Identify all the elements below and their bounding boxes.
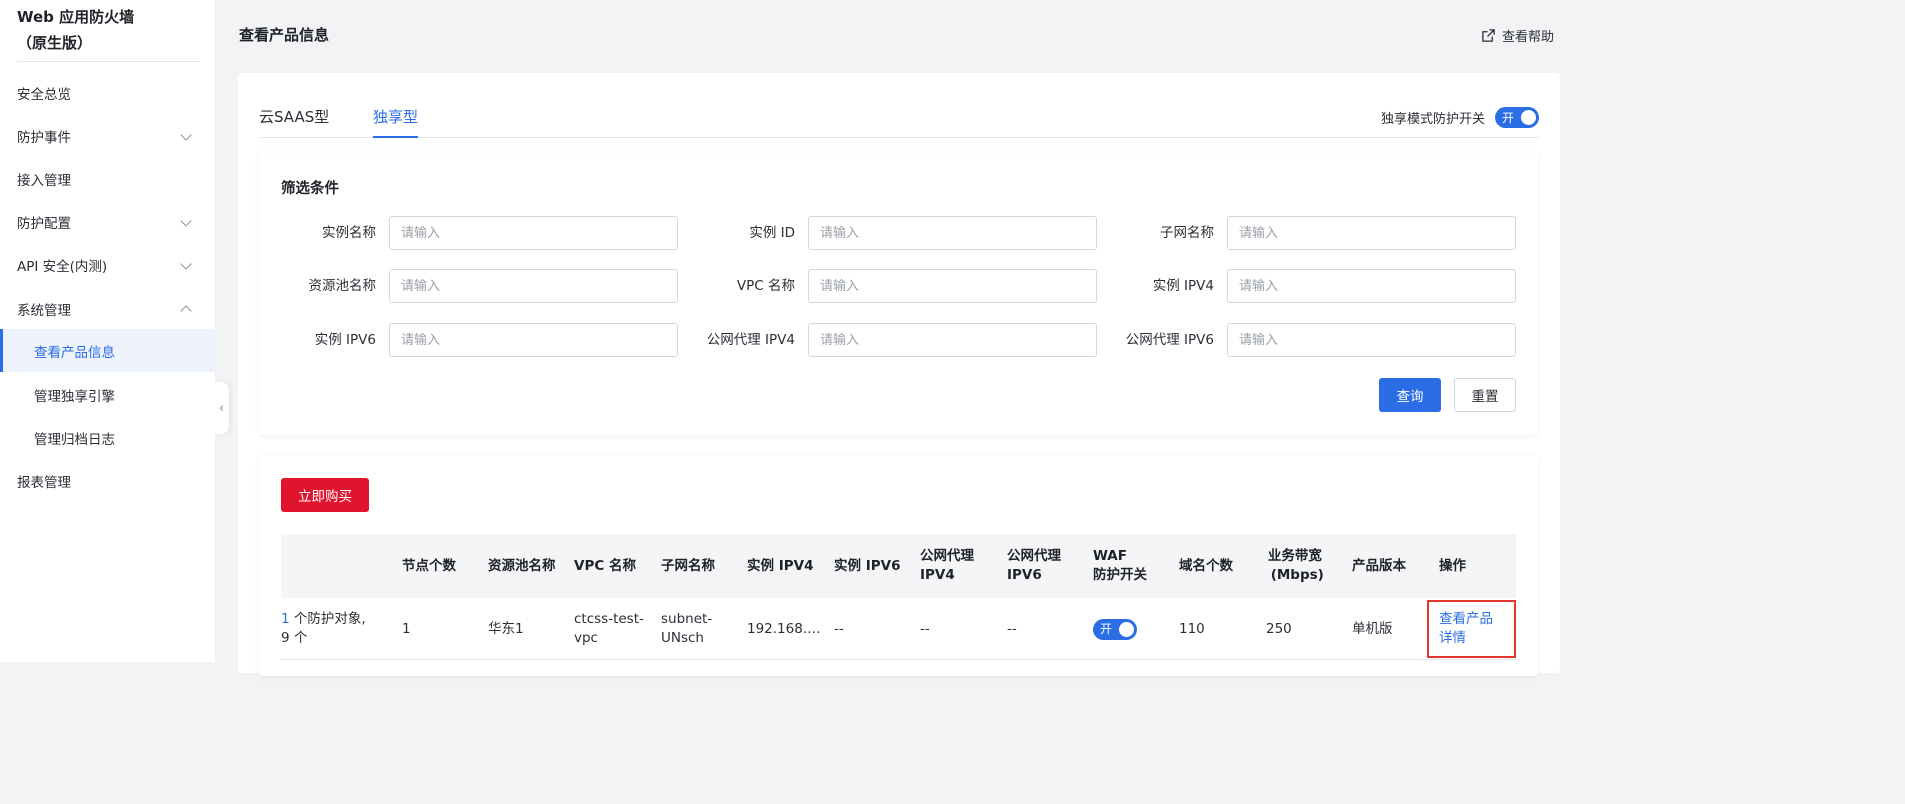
help-link[interactable]: 查看帮助 xyxy=(1481,26,1554,45)
filter-label-subnet-name: 子网名称 xyxy=(1160,225,1214,241)
sidebar-item-security-overview[interactable]: 安全总览 xyxy=(0,71,216,114)
column-header-actions: 操作 xyxy=(1439,557,1466,574)
cell-proxy-ipv4: -- xyxy=(920,620,930,637)
query-button[interactable]: 查询 xyxy=(1379,378,1441,412)
chevron-down-icon xyxy=(180,129,192,141)
chevron-up-icon xyxy=(180,305,192,317)
chevron-down-icon xyxy=(180,215,192,227)
view-product-details-link[interactable]: 查看产品详情 xyxy=(1427,600,1516,658)
sidebar: Web 应用防火墙 （原生版） 安全总览 防护事件 接入管理 防护配置 API … xyxy=(0,0,216,662)
cell-subnet: subnet- UNsch xyxy=(661,611,713,646)
chevron-left-icon: ‹ xyxy=(218,400,225,416)
instance-id-input[interactable] xyxy=(808,216,1097,250)
sidebar-item-label: 系统管理 xyxy=(17,302,71,319)
toggle-state-label: 开 xyxy=(1502,111,1515,125)
cell-actions: 查看产品详情 xyxy=(1427,598,1516,660)
product-title: Web 应用防火墙 （原生版） xyxy=(17,4,200,62)
cell-ipv6: -- xyxy=(834,620,844,637)
instance-ipv4-input[interactable] xyxy=(1227,269,1516,303)
instance-name-input[interactable] xyxy=(389,216,678,250)
toggle-state-label: 开 xyxy=(1100,621,1113,636)
share-icon xyxy=(1482,29,1495,42)
product-title-line2: （原生版） xyxy=(17,34,93,52)
filter-label-instance-ipv6: 实例 IPV6 xyxy=(314,332,376,348)
dedicated-mode-toggle[interactable]: 开 xyxy=(1495,107,1539,128)
sidebar-item-label: 报表管理 xyxy=(17,474,71,491)
sidebar-item-label: API 安全(内测) xyxy=(17,258,108,275)
column-header-ipv6: 实例 IPV6 xyxy=(834,557,901,574)
cell-ipv4: 192.168.… xyxy=(747,620,821,637)
cell-vpc: ctcss-test-vpc xyxy=(574,611,644,646)
cell-protect-objects: 1 个防护对象, 9 个 xyxy=(281,611,366,646)
cell-bandwidth: 250 xyxy=(1266,620,1292,637)
filter-label-instance-ipv4: 实例 IPV4 xyxy=(1152,278,1214,294)
sidebar-item-system-management[interactable]: 系统管理 xyxy=(0,287,216,330)
sidebar-item-archive-logs[interactable]: 管理归档日志 xyxy=(0,416,216,459)
chevron-down-icon xyxy=(180,258,192,270)
sidebar-item-label: 安全总览 xyxy=(17,86,71,103)
page-title: 查看产品信息 xyxy=(239,26,330,44)
instance-ipv6-input[interactable] xyxy=(389,323,678,357)
dedicated-mode-switch-label: 独享模式防护开关 xyxy=(1380,112,1485,127)
filter-label-resource-pool: 资源池名称 xyxy=(308,278,377,294)
cell-proxy-ipv6: -- xyxy=(1007,620,1017,637)
cell-nodes: 1 xyxy=(402,620,411,637)
filter-label-instance-name: 实例名称 xyxy=(322,225,376,241)
waf-protection-toggle[interactable]: 开 xyxy=(1093,618,1137,640)
filter-panel: 筛选条件 实例名称 实例 ID 子网名称 资源池名称 VPC 名称 实例 IPV… xyxy=(259,153,1538,435)
resource-pool-input[interactable] xyxy=(389,269,678,303)
sidebar-item-access-management[interactable]: 接入管理 xyxy=(0,157,216,200)
instance-list-panel: 立即购买 节点个数 资源池名称 VPC 名称 子网名称 实例 IPV4 实例 I… xyxy=(259,456,1538,676)
sidebar-item-label: 管理独享引擎 xyxy=(34,388,115,405)
tab-bar: 云SAAS型 独享型 独享模式防护开关 开 xyxy=(259,100,1539,138)
column-header-bandwidth: 业务带宽 (Mbps) xyxy=(1267,548,1324,583)
buy-now-button[interactable]: 立即购买 xyxy=(281,478,369,512)
filter-label-proxy-ipv6: 公网代理 IPV6 xyxy=(1125,332,1214,348)
cell-waf-switch: 开 xyxy=(1093,598,1137,660)
sidebar-item-protection-config[interactable]: 防护配置 xyxy=(0,200,216,243)
vpc-name-input[interactable] xyxy=(808,269,1097,303)
proxy-ipv6-input[interactable] xyxy=(1227,323,1516,357)
sidebar-item-label: 接入管理 xyxy=(17,172,71,189)
sidebar-item-dedicated-engine[interactable]: 管理独享引擎 xyxy=(0,373,216,416)
column-header-proxy-ipv4: 公网代理 IPV4 xyxy=(920,548,974,583)
column-header-subnet: 子网名称 xyxy=(661,557,715,574)
help-label: 查看帮助 xyxy=(1501,30,1554,45)
filter-label-proxy-ipv4: 公网代理 IPV4 xyxy=(706,332,795,348)
sidebar-item-label: 查看产品信息 xyxy=(34,344,115,361)
column-header-vpc: VPC 名称 xyxy=(574,557,636,574)
sidebar-item-api-security[interactable]: API 安全(内测) xyxy=(0,243,216,286)
column-header-nodes: 节点个数 xyxy=(402,557,456,574)
reset-button[interactable]: 重置 xyxy=(1454,378,1516,412)
tab-cloud-saas[interactable]: 云SAAS型 xyxy=(259,106,329,138)
sidebar-item-product-info[interactable]: 查看产品信息 xyxy=(0,329,216,372)
sidebar-collapse-button[interactable]: ‹ xyxy=(214,382,229,434)
cell-domains: 110 xyxy=(1179,620,1205,637)
column-header-pool: 资源池名称 xyxy=(488,557,556,574)
product-title-line1: Web 应用防火墙 xyxy=(17,8,135,26)
proxy-ipv4-input[interactable] xyxy=(808,323,1097,357)
filter-title: 筛选条件 xyxy=(281,181,339,197)
tab-dedicated[interactable]: 独享型 xyxy=(373,106,419,138)
column-header-proxy-ipv6: 公网代理 IPV6 xyxy=(1007,548,1061,583)
protect-object-count[interactable]: 1 xyxy=(281,611,290,627)
subnet-name-input[interactable] xyxy=(1227,216,1516,250)
sidebar-item-label: 管理归档日志 xyxy=(34,431,115,448)
filter-label-vpc-name: VPC 名称 xyxy=(736,278,795,294)
cell-version: 单机版 xyxy=(1352,620,1393,637)
table-header: 节点个数 资源池名称 VPC 名称 子网名称 实例 IPV4 实例 IPV6 公… xyxy=(281,534,1516,598)
table-row: 1 个防护对象, 9 个 1 华东1 ctcss-test-vpc subnet-… xyxy=(281,598,1516,660)
column-header-domains: 域名个数 xyxy=(1179,557,1233,574)
cell-pool: 华东1 xyxy=(488,620,524,637)
column-header-waf-switch: WAF 防护开关 xyxy=(1093,548,1147,583)
filter-label-instance-id: 实例 ID xyxy=(749,225,795,241)
sidebar-item-protection-events[interactable]: 防护事件 xyxy=(0,114,216,157)
sidebar-item-label: 防护配置 xyxy=(17,215,71,232)
sidebar-item-reports[interactable]: 报表管理 xyxy=(0,459,216,502)
sidebar-item-label: 防护事件 xyxy=(17,129,71,146)
column-header-version: 产品版本 xyxy=(1352,557,1406,574)
column-header-ipv4: 实例 IPV4 xyxy=(747,557,814,574)
